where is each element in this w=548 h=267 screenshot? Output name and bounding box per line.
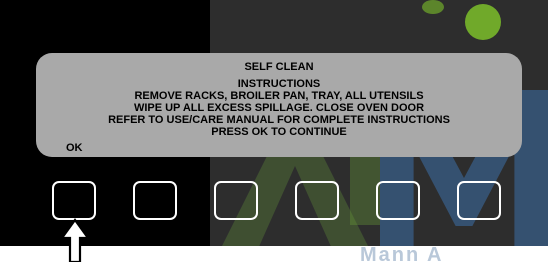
instruction-line: WIPE UP ALL EXCESS SPILLAGE. CLOSE OVEN … [133, 102, 425, 114]
softkey-3-button[interactable] [214, 181, 258, 220]
instruction-line: REFER TO USE/CARE MANUAL FOR COMPLETE IN… [108, 114, 450, 126]
softkey-1-ok-button[interactable] [52, 181, 96, 220]
self-clean-dialog: SELF CLEAN INSTRUCTIONS REMOVE RACKS, BR… [36, 53, 522, 157]
softkey-4-button[interactable] [295, 181, 339, 220]
watermark-logo-dot-small [422, 0, 444, 14]
softkey-2-button[interactable] [133, 181, 177, 220]
watermark-logo-dot [465, 4, 501, 40]
watermark-text: Mann A [360, 244, 444, 266]
instruction-line: PRESS OK TO CONTINUE [211, 126, 347, 138]
ok-softkey-label: OK [66, 142, 83, 154]
dialog-subtitle: INSTRUCTIONS [237, 78, 321, 90]
instruction-line: REMOVE RACKS, BROILER PAN, TRAY, ALL UTE… [134, 90, 424, 102]
softkey-6-button[interactable] [457, 181, 501, 220]
dialog-title: SELF CLEAN [244, 61, 314, 73]
oven-display: SELF CLEAN INSTRUCTIONS REMOVE RACKS, BR… [0, 0, 548, 246]
softkey-5-button[interactable] [376, 181, 420, 220]
up-arrow-icon [60, 218, 90, 262]
